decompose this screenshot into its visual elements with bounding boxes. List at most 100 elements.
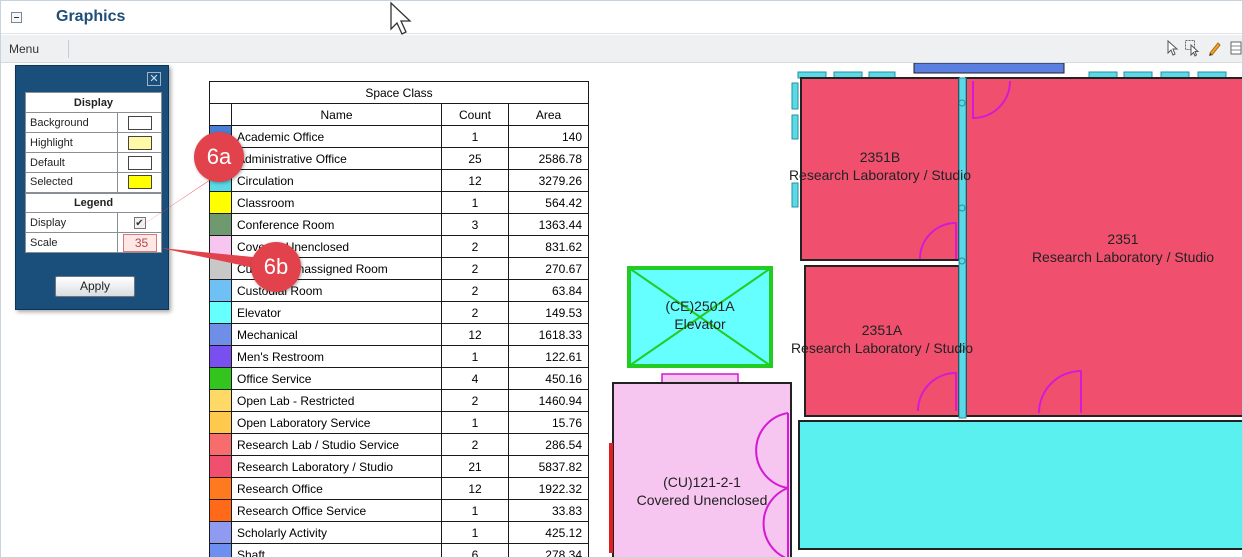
menu-button[interactable]: Menu <box>9 42 39 56</box>
legend-color-swatch <box>209 257 232 280</box>
legend-color-swatch <box>209 499 232 522</box>
legend-color-swatch <box>209 191 232 214</box>
space-class-legend: Space Class Name Count Area Academic Off… <box>209 81 589 557</box>
room-2351b-id: 2351B <box>860 149 900 165</box>
grid-icon[interactable] <box>1227 39 1242 59</box>
room-2351 <box>965 77 1242 417</box>
scale-label: Scale <box>25 232 118 253</box>
legend-row-name: Office Service <box>231 367 442 390</box>
legend-row-area: 15.76 <box>508 411 589 434</box>
room-2351-name: Research Laboratory / Studio <box>1032 249 1214 265</box>
legend-row: Open Laboratory Service 1 15.76 <box>209 411 589 434</box>
legend-row-count: 2 <box>441 279 509 302</box>
legend-title: Space Class <box>209 81 589 104</box>
selected-color-swatch[interactable] <box>127 175 152 190</box>
select-arrow-icon[interactable] <box>1164 39 1182 59</box>
corridor-divider <box>958 77 967 419</box>
legend-row-name: Mechanical <box>231 323 442 346</box>
legend-row: Scholarly Activity 1 425.12 <box>209 521 589 544</box>
name-column-header: Name <box>231 103 442 126</box>
plan-top-shaft <box>913 63 1065 74</box>
legend-row-name: Conference Room <box>231 213 442 236</box>
legend-row-name: Open Lab - Restricted <box>231 389 442 412</box>
legend-display-label: Display <box>25 212 118 233</box>
legend-row-count: 2 <box>441 389 509 412</box>
legend-row: Research Lab / Studio Service 2 286.54 <box>209 433 589 456</box>
background-color-swatch[interactable] <box>127 115 152 130</box>
legend-color-swatch <box>209 455 232 478</box>
scale-input[interactable]: 35 <box>122 233 157 252</box>
legend-row-area: 140 <box>508 125 589 148</box>
legend-row-name: Academic Office <box>231 125 442 148</box>
display-settings-table: Display Background Highlight Default Sel… <box>25 92 162 253</box>
legend-row-name: Scholarly Activity <box>231 521 442 544</box>
legend-color-swatch <box>209 345 232 368</box>
default-color-swatch[interactable] <box>127 155 152 170</box>
legend-row-name: Research Lab / Studio Service <box>231 433 442 456</box>
room-covered-name: Covered Unenclosed <box>637 492 768 508</box>
legend-row-name: Shaft <box>231 543 442 557</box>
highlight-label: Highlight <box>25 132 118 153</box>
legend-row-name: Administrative Office <box>231 147 442 170</box>
legend-row-name: Circulation <box>231 169 442 192</box>
legend-row-name: Classroom <box>231 191 442 214</box>
menu-separator <box>68 40 69 58</box>
legend-row-area: 5837.82 <box>508 455 589 478</box>
room-2351a-id: 2351A <box>862 322 903 338</box>
legend-row-count: 12 <box>441 477 509 500</box>
legend-row-count: 12 <box>441 169 509 192</box>
callout-6b: 6b <box>251 242 301 292</box>
legend-row: Circulation 12 3279.26 <box>209 169 589 192</box>
swatch-column-header <box>209 103 232 126</box>
close-icon[interactable]: ✕ <box>147 72 161 86</box>
display-options-panel: ✕ Display Background Highlight Default S… <box>15 65 169 310</box>
legend-row-count: 4 <box>441 367 509 390</box>
legend-display-checkbox[interactable]: ✔ <box>133 216 146 229</box>
legend-row-count: 6 <box>441 543 509 557</box>
legend-row-count: 1 <box>441 411 509 434</box>
legend-row-name: Elevator <box>231 301 442 324</box>
legend-row-area: 450.16 <box>508 367 589 390</box>
legend-row-area: 1618.33 <box>508 323 589 346</box>
legend-row-name: Research Office <box>231 477 442 500</box>
select-window-icon[interactable] <box>1184 39 1202 59</box>
legend-row: Shaft 6 278.34 <box>209 543 589 557</box>
legend-row-area: 1922.32 <box>508 477 589 500</box>
legend-color-swatch <box>209 411 232 434</box>
legend-row: Classroom 1 564.42 <box>209 191 589 214</box>
legend-color-swatch <box>209 433 232 456</box>
display-header: Display <box>25 92 162 113</box>
legend-row-count: 2 <box>441 235 509 258</box>
legend-row-area: 122.61 <box>508 345 589 368</box>
room-elevator-id: (CE)2501A <box>665 298 735 314</box>
legend-row-area: 831.62 <box>508 235 589 258</box>
legend-row-count: 2 <box>441 257 509 280</box>
menu-bar: Menu <box>1 35 1242 63</box>
floor-plan[interactable]: 2351B Research Laboratory / Studio 2351 … <box>601 63 1243 558</box>
room-2351b-name: Research Laboratory / Studio <box>789 167 971 183</box>
legend-row-area: 33.83 <box>508 499 589 522</box>
legend-row-area: 270.67 <box>508 257 589 280</box>
legend-color-swatch <box>209 521 232 544</box>
legend-row-count: 1 <box>441 521 509 544</box>
legend-color-swatch <box>209 367 232 390</box>
legend-row: Research Office 12 1922.32 <box>209 477 589 500</box>
legend-color-swatch <box>209 301 232 324</box>
window-title: Graphics <box>56 8 126 25</box>
count-column-header: Count <box>441 103 509 126</box>
legend-row: Research Laboratory / Studio 21 5837.82 <box>209 455 589 478</box>
legend-row: Elevator 2 149.53 <box>209 301 589 324</box>
legend-row-area: 3279.26 <box>508 169 589 192</box>
pencil-icon[interactable] <box>1206 39 1224 59</box>
legend-color-swatch <box>209 323 232 346</box>
legend-row-count: 2 <box>441 301 509 324</box>
legend-row-area: 278.34 <box>508 543 589 557</box>
title-bar: Graphics <box>1 1 1242 34</box>
highlight-color-swatch[interactable] <box>127 135 152 150</box>
collapse-icon[interactable] <box>11 12 22 23</box>
legend-row: Administrative Office 25 2586.78 <box>209 147 589 170</box>
legend-row-area: 1363.44 <box>508 213 589 236</box>
room-circulation <box>798 420 1242 550</box>
apply-button[interactable]: Apply <box>55 276 135 297</box>
legend-color-swatch <box>209 213 232 236</box>
